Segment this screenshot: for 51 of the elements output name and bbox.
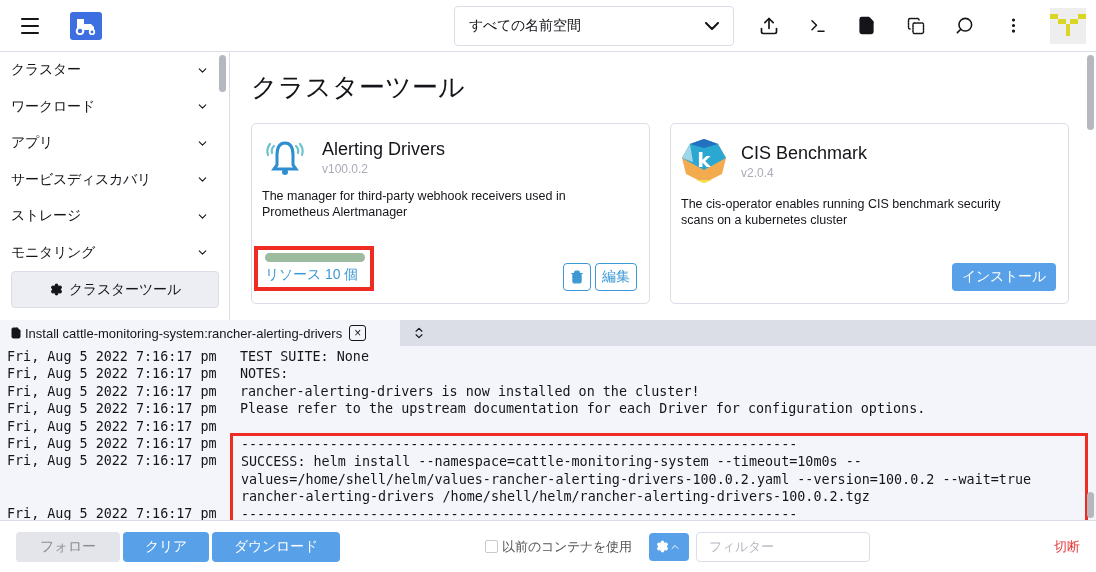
log-message: --------------------------------------------------------------------- — [241, 436, 799, 454]
log-message: SUCCESS: helm install --namespace=cattle-monitoring-system --timeout=10m0s -- — [241, 453, 863, 471]
sidebar-item[interactable]: クラスター — [0, 52, 219, 89]
log-timestamp: Fri, Aug 5 2022 7:16:17 pm — [7, 435, 218, 453]
gear-icon — [656, 540, 669, 553]
scrollbar-thumb[interactable] — [1087, 55, 1094, 130]
file-icon — [10, 327, 22, 339]
sidebar-active-link[interactable]: クラスターツール — [11, 271, 219, 308]
sidebar-item[interactable]: アプリ — [0, 125, 219, 162]
k-logo: k — [681, 138, 727, 184]
trash-icon — [570, 270, 584, 284]
filter-field[interactable]: フィルター — [695, 531, 870, 562]
disconnect-link[interactable]: 切断 — [1014, 537, 1080, 556]
log-timestamp: Fri, Aug 5 2022 7:16:17 pm — [7, 417, 218, 436]
card-description: The cis-operator enables running CIS benchmark security scans on a kubernetes cluster — [681, 196, 1002, 228]
card-description: The manager for third-party webhook receivers used in Prometheus Alertmanager — [262, 188, 567, 220]
card-version: v2.0.4 — [741, 165, 775, 180]
sidebar-item[interactable]: ワークロード — [0, 88, 219, 125]
log-tab[interactable]: Install cattle-monitoring-system:rancher-alerting-drivers × — [0, 320, 400, 346]
log-message: values=/home/shell/helm/values-rancher-alerting-drivers-100.0.2.yaml --version=100.0.2 --wait=true — [241, 470, 1033, 489]
card-title: CIS Benchmark — [741, 142, 868, 164]
delete-button[interactable] — [563, 263, 591, 291]
log-message: rancher-alerting-drivers is now installed on the cluster! — [240, 383, 700, 399]
card-title: Alerting Drivers — [322, 138, 446, 160]
scrollbar-thumb[interactable] — [1087, 492, 1094, 518]
gear-icon — [49, 283, 63, 296]
log-message: rancher-alerting-drivers /home/shell/helm/rancher-alerting-drivers-100.0.2.tgz — [241, 488, 871, 506]
log-message: TEST SUITE: None — [240, 349, 369, 364]
log-timestamp: Fri, Aug 5 2022 7:16:17 pm — [7, 400, 218, 418]
log-timestamp: Fri, Aug 5 2022 7:16:17 pm — [7, 382, 218, 401]
log-timestamp: Fri, Aug 5 2022 7:16:17 pm — [7, 504, 218, 520]
sidebar-item[interactable]: ストレージ — [0, 198, 219, 235]
close-button[interactable]: × — [349, 325, 367, 341]
settings-dropdown-button[interactable] — [648, 532, 689, 561]
page-title: クラスターツール — [251, 71, 466, 104]
log-message: Please refer to the upstream documentation for each Driver for configuration options. — [240, 401, 926, 417]
log-timestamp: Fri, Aug 5 2022 7:16:17 pm — [7, 365, 218, 383]
log-message: NOTES: — [240, 366, 289, 382]
tab-title: Install cattle-monitoring-system:rancher-alerting-drivers — [25, 325, 343, 341]
namespace-select[interactable]: すべての名前空間 — [454, 5, 734, 46]
card-version: v100.0.2 — [322, 161, 370, 176]
scrollbar-thumb[interactable] — [219, 55, 226, 92]
sidebar-item[interactable]: サービスディスカバリ — [0, 161, 219, 198]
link-label: クラスターツール — [68, 280, 181, 299]
chevron-down-icon — [705, 21, 719, 30]
sidebar-item[interactable]: モニタリング — [0, 234, 219, 271]
log-timestamp: Fri, Aug 5 2022 7:16:17 pm — [7, 452, 218, 470]
tractor-logo[interactable] — [70, 11, 102, 40]
log-message: --------------------------------------------------------------------- — [241, 505, 799, 520]
previous-container-checkbox[interactable]: 以前のコンテナを使用 — [484, 537, 632, 556]
log-timestamp: Fri, Aug 5 2022 7:16:17 pm — [7, 348, 218, 366]
